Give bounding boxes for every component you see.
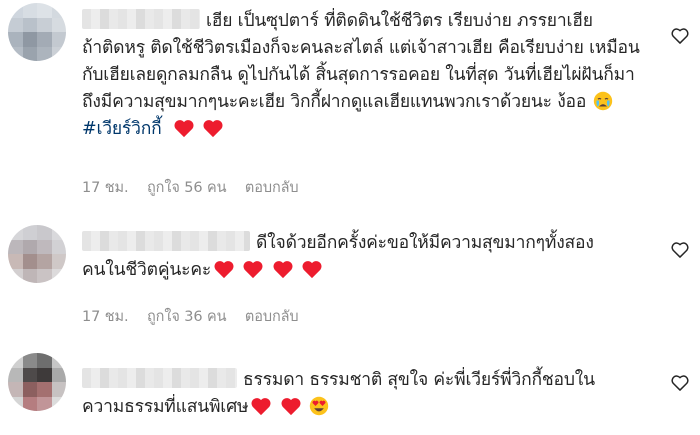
heart-eyes-icon [309,396,329,416]
comment-text: ดีใจด้วยอีกครั้งค่ะขอให้มีความสุขมากๆทั้… [82,230,650,284]
avatar[interactable] [8,3,66,61]
red-heart-icon [203,120,223,138]
comment-timestamp: 17 ชม. [82,180,129,196]
red-heart-icon [302,261,322,279]
red-heart-icon [214,261,234,279]
red-heart-icon [251,398,271,416]
username[interactable] [82,9,200,29]
comment-item: เฮีย เป็นซุปตาร์ ที่ติดดินใช้ชีวิตร เรีย… [0,0,700,200]
comment-item: ดีใจด้วยอีกครั้งค่ะขอให้มีความสุขมากๆทั้… [0,210,700,335]
reply-button[interactable]: ตอบกลับ [245,180,299,196]
username[interactable] [82,231,250,251]
like-heart-icon[interactable] [670,26,690,46]
comment-text-line: ธรรมดา ธรรมชาติ สุขใจ ค่ะพี่เวียร์พี่วิก… [243,370,595,390]
like-heart-icon[interactable] [670,240,690,260]
comment-item: ธรรมดา ธรรมชาติ สุขใจ ค่ะพี่เวียร์พี่วิก… [0,345,700,435]
comment-timestamp: 17 ชม. [82,309,129,325]
avatar[interactable] [8,225,66,283]
comment-text: ธรรมดา ธรรมชาติ สุขใจ ค่ะพี่เวียร์พี่วิก… [82,367,650,421]
comment-text-body: ความธรรมที่แสนพิเศษ [82,397,249,417]
comment-text-body: ถ้าติดหรู ติดใช้ชีวิตรเมืองก็จะคนละสไตล์… [82,38,640,112]
comment-like-count[interactable]: ถูกใจ 56 คน [147,180,227,196]
crying-face-icon [593,91,612,111]
hashtag-link[interactable]: #เวียร์วิกกี้ [82,119,162,139]
avatar[interactable] [8,353,66,411]
comment-text-line: ดีใจด้วยอีกครั้งค่ะขอให้มีความสุขมากๆทั้… [256,233,594,253]
comment-like-count[interactable]: ถูกใจ 36 คน [147,309,227,325]
comment-text-body: คนในชีวิตคู่นะคะ [82,260,212,280]
comment-meta: 17 ชม. ถูกใจ 56 คน ตอบกลับ [82,176,313,199]
like-heart-icon[interactable] [670,373,690,393]
red-heart-icon [243,261,263,279]
comment-text: เฮีย เป็นซุปตาร์ ที่ติดดินใช้ชีวิตร เรีย… [82,8,650,143]
red-heart-icon [281,398,301,416]
red-heart-icon [174,120,194,138]
comment-meta: 17 ชม. ถูกใจ 36 คน ตอบกลับ [82,305,313,328]
red-heart-icon [273,261,293,279]
comment-list: เฮีย เป็นซุปตาร์ ที่ติดดินใช้ชีวิตร เรีย… [0,0,700,435]
reply-button[interactable]: ตอบกลับ [245,309,299,325]
comment-text-line: เฮีย เป็นซุปตาร์ ที่ติดดินใช้ชีวิตร เรีย… [206,11,593,31]
username[interactable] [82,368,237,388]
